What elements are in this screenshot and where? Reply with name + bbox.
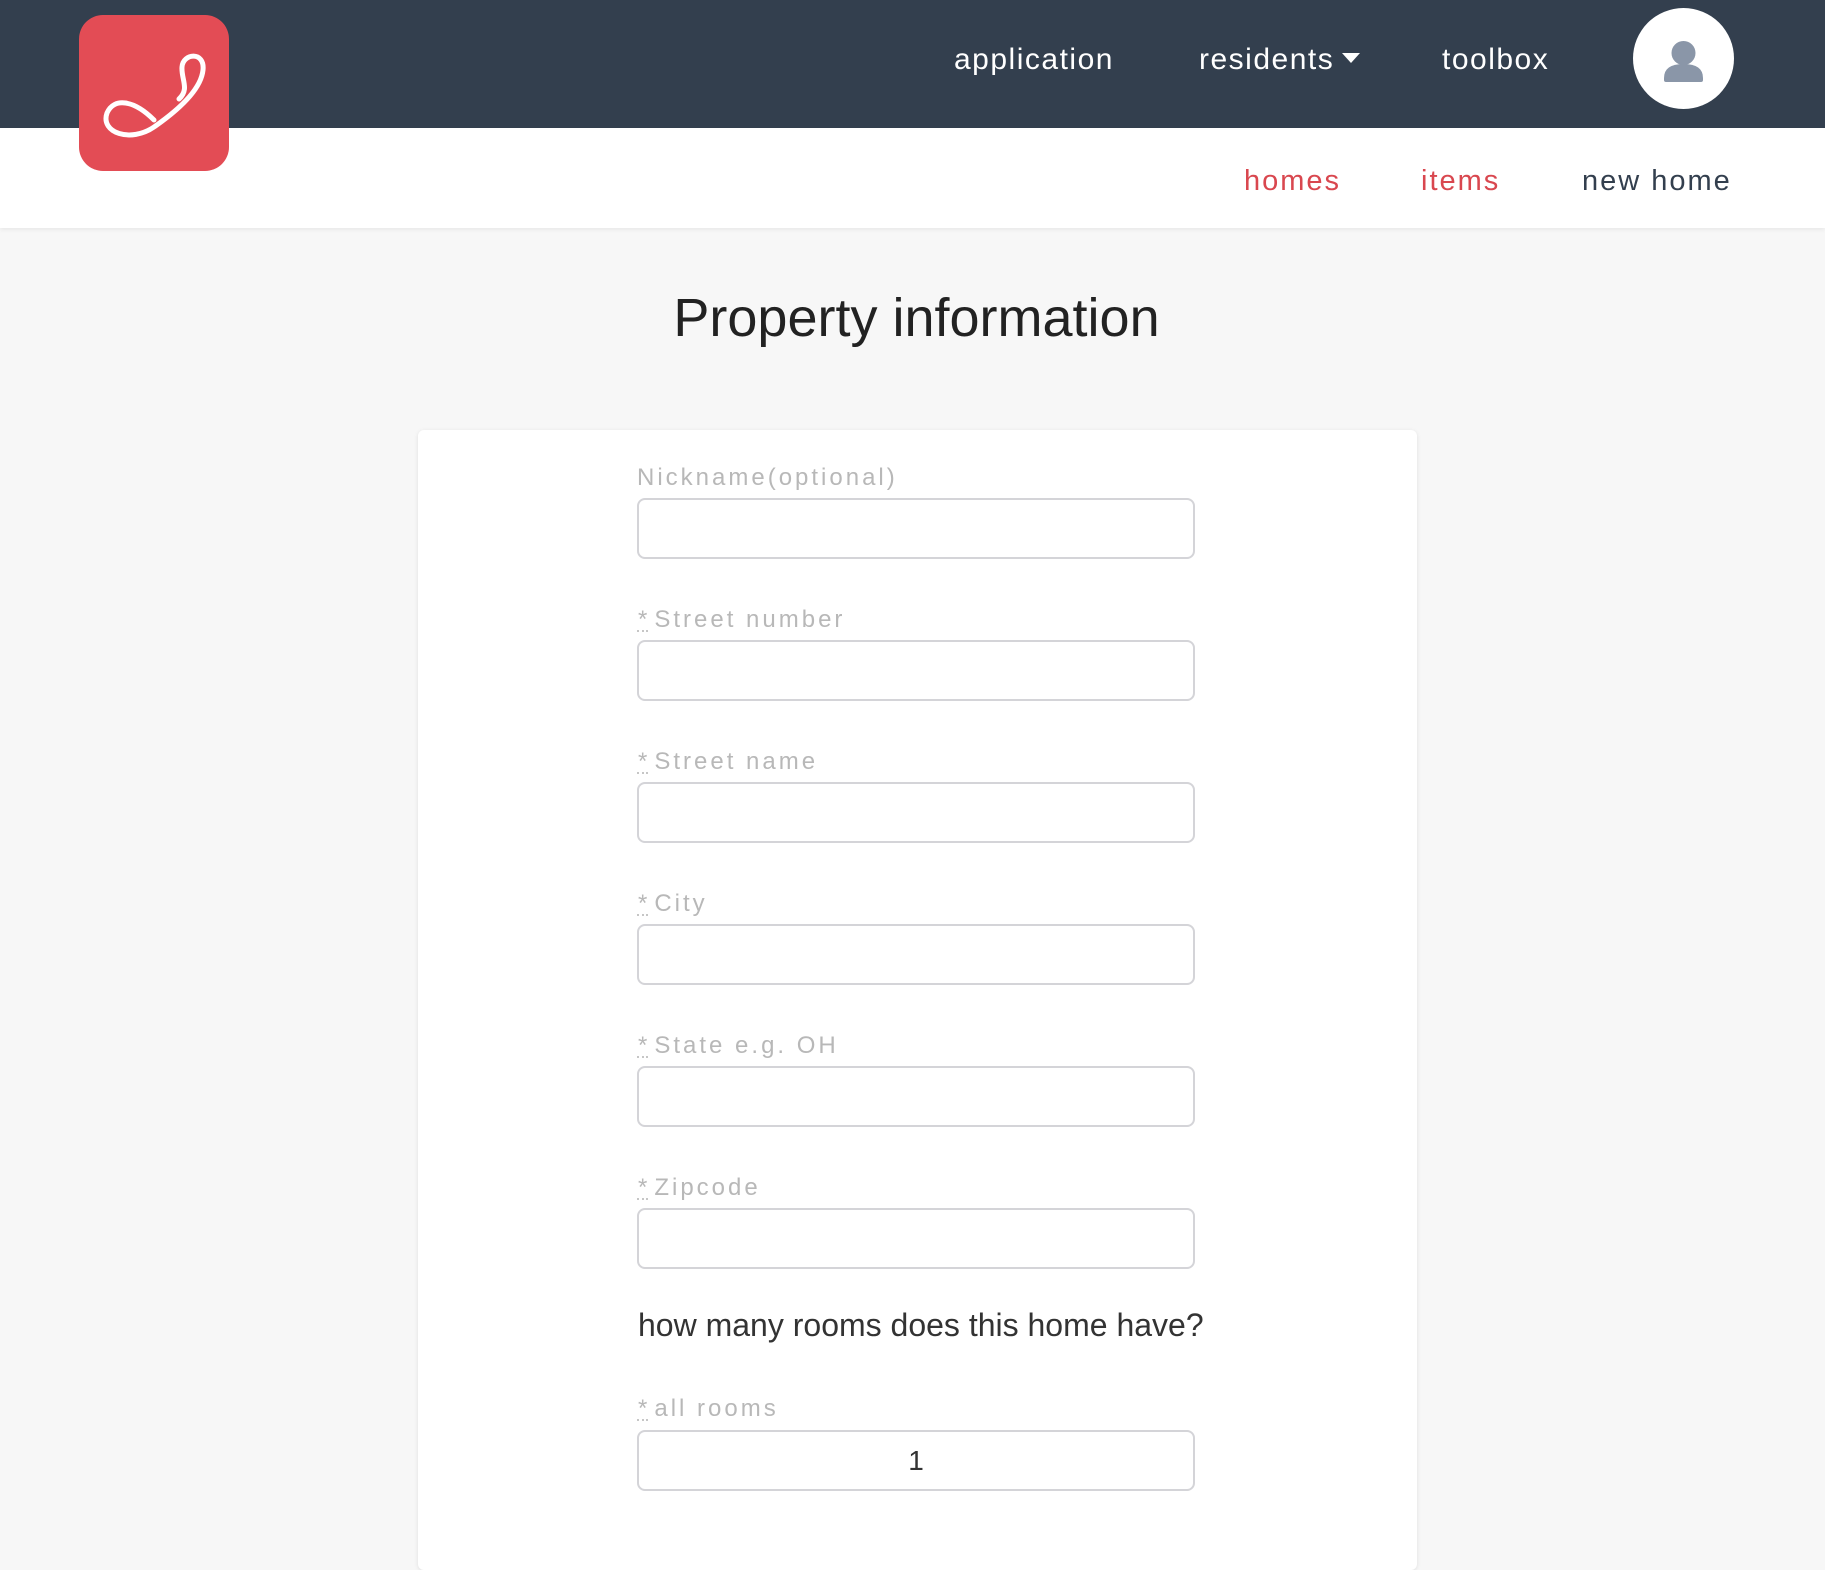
subnav-items[interactable]: items <box>1421 164 1500 198</box>
nav-toolbox[interactable]: toolbox <box>1442 42 1549 78</box>
street-name-label: * Street name <box>637 747 818 777</box>
caret-down-icon <box>1342 53 1361 64</box>
subnav-homes[interactable]: homes <box>1244 164 1341 198</box>
required-marker: * <box>637 1174 649 1201</box>
required-marker: * <box>637 1395 649 1422</box>
all-rooms-label: * all rooms <box>637 1394 779 1424</box>
required-marker: * <box>637 890 649 917</box>
property-form-card <box>418 430 1417 1570</box>
zipcode-label: * Zipcode <box>637 1173 761 1203</box>
rooms-question: how many rooms does this home have? <box>638 1307 1204 1343</box>
zipcode-label-text: Zipcode <box>654 1174 761 1201</box>
swirl-logo-icon <box>103 53 206 138</box>
street-number-label: * Street number <box>637 605 845 635</box>
all-rooms-input[interactable] <box>637 1430 1195 1491</box>
top-navbar: application residents toolbox <box>0 0 1825 128</box>
nav-application[interactable]: application <box>954 42 1114 78</box>
page-title: Property information <box>673 288 1160 348</box>
city-label: * City <box>637 889 708 919</box>
nav-residents-label: residents <box>1199 43 1335 76</box>
required-marker: * <box>637 1032 649 1059</box>
street-name-input[interactable] <box>637 782 1195 843</box>
zipcode-input[interactable] <box>637 1208 1195 1269</box>
nav-residents-dropdown[interactable]: residents <box>1199 42 1361 78</box>
nickname-input[interactable] <box>637 498 1195 559</box>
user-avatar-button[interactable] <box>1633 8 1734 109</box>
state-label: * State e.g. OH <box>637 1031 839 1061</box>
state-input[interactable] <box>637 1066 1195 1127</box>
required-marker: * <box>637 748 649 775</box>
street-number-input[interactable] <box>637 640 1195 701</box>
state-label-text: State e.g. OH <box>654 1032 839 1059</box>
all-rooms-label-text: all rooms <box>654 1395 779 1422</box>
app-logo[interactable] <box>79 15 229 171</box>
city-input[interactable] <box>637 924 1195 985</box>
street-name-label-text: Street name <box>654 748 819 775</box>
nickname-label: Nickname(optional) <box>637 464 898 491</box>
user-icon <box>1664 41 1703 82</box>
street-number-label-text: Street number <box>654 606 846 633</box>
city-label-text: City <box>654 890 708 917</box>
subnav-new-home[interactable]: new home <box>1582 164 1732 198</box>
required-marker: * <box>637 606 649 633</box>
sub-navbar: homes items new home <box>0 128 1825 228</box>
